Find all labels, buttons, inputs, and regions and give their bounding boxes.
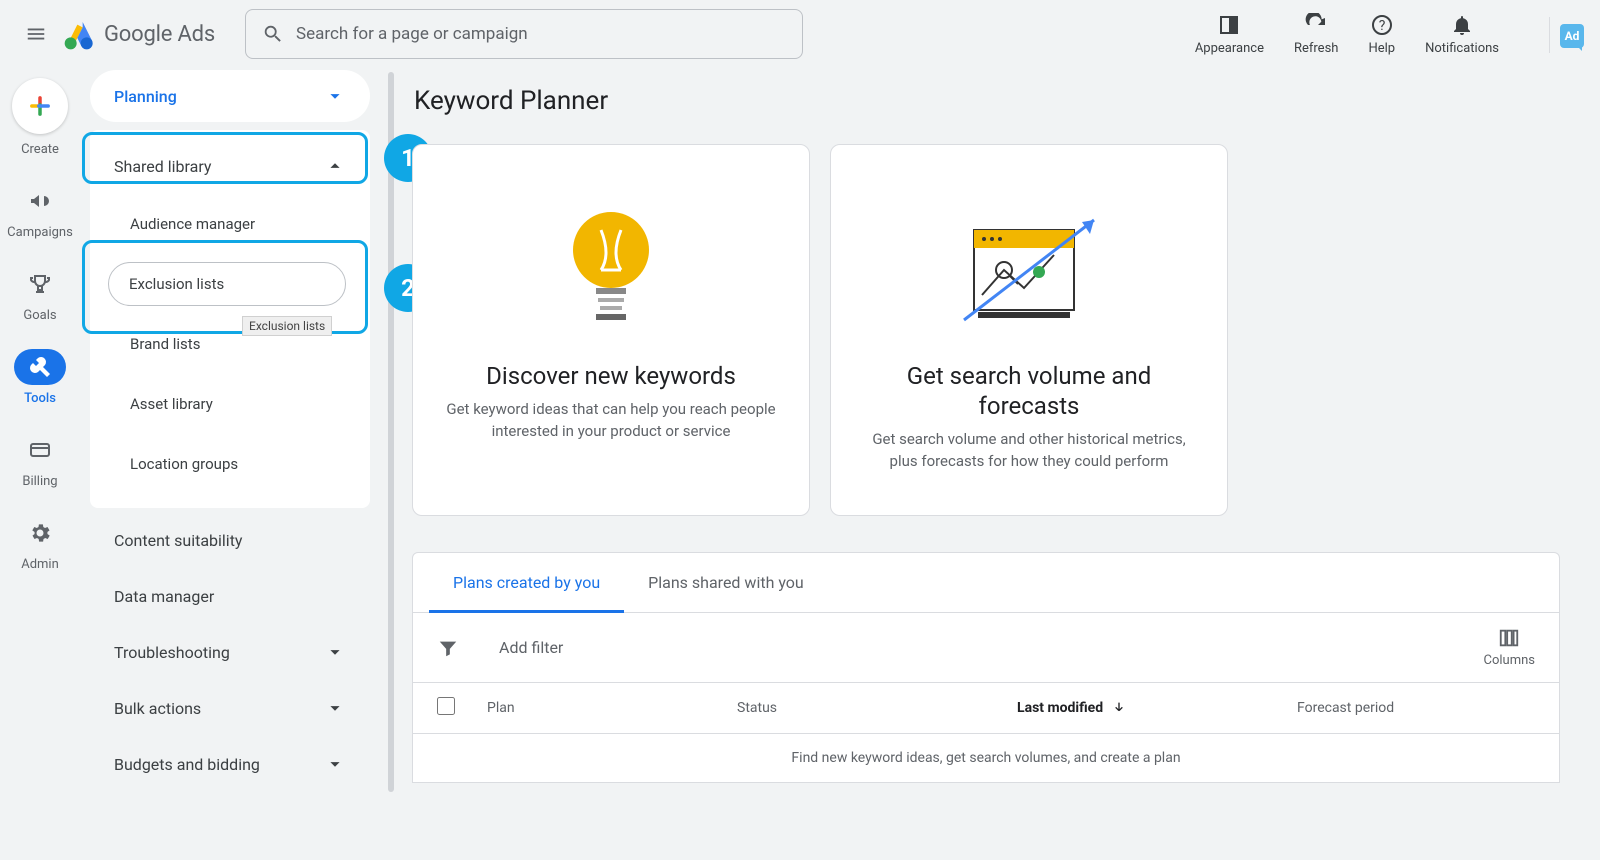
tab-plans-shared[interactable]: Plans shared with you — [624, 553, 828, 612]
columns-button[interactable]: Columns — [1484, 627, 1536, 668]
nav-asset-library[interactable]: Asset library — [90, 374, 370, 434]
add-filter-button[interactable]: Add filter — [499, 638, 563, 657]
logo[interactable]: Google Ads — [64, 18, 215, 50]
subnav-panel: Planning Shared library Audience manager… — [80, 68, 380, 860]
th-plan[interactable]: Plan — [487, 700, 737, 716]
columns-icon — [1498, 627, 1520, 649]
nav-bulk-actions[interactable]: Bulk actions — [90, 680, 370, 736]
help-button[interactable]: ? Help — [1368, 13, 1395, 56]
rail-tools[interactable]: Tools — [14, 349, 66, 406]
logo-text: Google Ads — [104, 22, 215, 47]
lightbulb-illustration — [556, 195, 666, 345]
chevron-down-icon — [324, 753, 346, 775]
megaphone-icon — [28, 189, 52, 213]
left-rail: Create Campaigns Goals Tools Billing Adm… — [0, 68, 80, 860]
plus-icon — [26, 92, 54, 120]
card-search-volume[interactable]: Get search volume and forecasts Get sear… — [830, 144, 1228, 516]
nav-data-manager[interactable]: Data manager — [90, 568, 370, 624]
search-icon — [262, 23, 284, 45]
th-forecast[interactable]: Forecast period — [1297, 700, 1535, 716]
refresh-button[interactable]: Refresh — [1294, 13, 1338, 56]
planning-label: Planning — [114, 87, 177, 106]
trophy-icon — [28, 272, 52, 296]
search-input[interactable] — [296, 24, 786, 44]
appearance-button[interactable]: Appearance — [1195, 13, 1264, 56]
nav-location-groups[interactable]: Location groups — [90, 434, 370, 494]
card-desc: Get search volume and other historical m… — [861, 429, 1197, 473]
rail-billing[interactable]: Billing — [22, 432, 58, 489]
nav-audience-manager[interactable]: Audience manager — [90, 194, 370, 254]
notifications-button[interactable]: Notifications — [1425, 13, 1499, 56]
chevron-down-icon — [324, 697, 346, 719]
card-title: Get search volume and forecasts — [861, 361, 1197, 421]
card-discover-keywords[interactable]: Discover new keywords Get keyword ideas … — [412, 144, 810, 516]
chevron-down-icon — [324, 85, 346, 107]
select-all-checkbox[interactable] — [437, 697, 455, 715]
table-header-row: Plan Status Last modified Forecast perio… — [413, 683, 1559, 734]
nav-content-suitability[interactable]: Content suitability — [90, 512, 370, 568]
ad-badge[interactable]: Ad — [1560, 24, 1584, 48]
tools-icon — [28, 355, 52, 379]
refresh-icon — [1304, 13, 1328, 37]
table-empty-message: Find new keyword ideas, get search volum… — [413, 734, 1559, 782]
nav-exclusion-lists[interactable]: Exclusion lists — [90, 254, 370, 314]
shared-library-label: Shared library — [114, 157, 211, 176]
rail-campaigns[interactable]: Campaigns — [7, 183, 73, 240]
card-icon — [28, 438, 52, 462]
card-desc: Get keyword ideas that can help you reac… — [443, 399, 779, 443]
filter-icon[interactable] — [437, 637, 459, 659]
divider — [1549, 17, 1550, 53]
chart-illustration — [944, 195, 1114, 345]
chevron-down-icon — [324, 641, 346, 663]
plans-panel: Plans created by you Plans shared with y… — [412, 552, 1560, 783]
svg-text:?: ? — [1378, 18, 1385, 34]
exclusion-tooltip: Exclusion lists — [242, 316, 332, 336]
tab-plans-you[interactable]: Plans created by you — [429, 553, 624, 612]
bell-icon — [1450, 13, 1474, 37]
card-title: Discover new keywords — [486, 361, 736, 391]
hamburger-menu[interactable] — [24, 22, 48, 46]
rail-goals[interactable]: Goals — [22, 266, 58, 323]
shared-library-toggle[interactable]: Shared library — [90, 138, 370, 194]
appearance-icon — [1217, 13, 1241, 37]
th-status[interactable]: Status — [737, 700, 1017, 716]
google-ads-icon — [64, 18, 96, 50]
main-content: Keyword Planner Discover new keywords Ge… — [380, 68, 1600, 860]
create-label: Create — [21, 142, 59, 157]
chevron-up-icon — [324, 155, 346, 177]
gear-icon — [28, 521, 52, 545]
search-input-wrap[interactable] — [245, 9, 803, 59]
help-icon: ? — [1370, 13, 1394, 37]
planning-dropdown[interactable]: Planning — [90, 70, 370, 122]
th-last-modified[interactable]: Last modified — [1017, 700, 1297, 716]
create-button[interactable] — [12, 78, 68, 134]
nav-budgets-bidding[interactable]: Budgets and bidding — [90, 736, 370, 792]
nav-troubleshooting[interactable]: Troubleshooting — [90, 624, 370, 680]
page-title: Keyword Planner — [414, 86, 1560, 116]
rail-admin[interactable]: Admin — [21, 515, 59, 572]
arrow-down-icon — [1111, 700, 1127, 716]
